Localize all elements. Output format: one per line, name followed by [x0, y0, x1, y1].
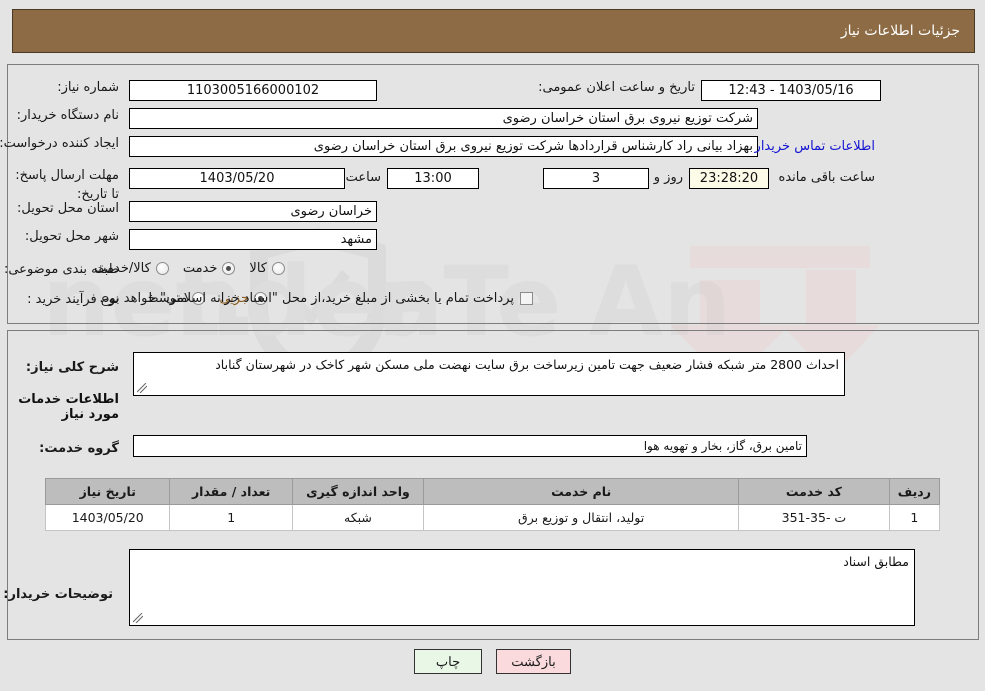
city-value: مشهد: [129, 229, 377, 250]
cell-name: تولید، انتقال و توزیع برق: [423, 504, 740, 531]
service-group-value: تامین برق، گاز، بخار و تهویه هوا: [133, 435, 807, 457]
col-radif: ردیف: [888, 478, 941, 505]
cell-quantity: 1: [169, 504, 293, 531]
radio-category-kala-khedmat-label: کالا/خدمت: [94, 261, 151, 276]
col-quantity: تعداد / مقدار: [169, 478, 293, 505]
requester-value: بهزاد بیانی راد کارشناس قراردادها شرکت ت…: [129, 136, 758, 157]
remaining-days-label: روز و: [653, 170, 683, 185]
col-need-date: تاریخ نیاز: [44, 478, 171, 505]
description-value: احداث 2800 متر شبکه فشار ضعیف جهت تامین …: [215, 357, 839, 372]
radio-category-kala-label: کالا: [249, 261, 267, 276]
buyer-contact-link[interactable]: اطلاعات تماس خریدار: [755, 139, 875, 154]
services-table: ردیف کد خدمت نام خدمت واحد اندازه گیری ت…: [44, 478, 941, 531]
deadline-hour-label: ساعت: [345, 170, 381, 185]
footer-button-bar: بازگشت چاپ: [0, 649, 985, 674]
col-unit: واحد اندازه گیری: [291, 478, 425, 505]
remaining-days-value: 3: [543, 168, 649, 189]
cell-unit: شبکه: [291, 504, 425, 531]
buyer-notes-textarea[interactable]: مطابق اسناد: [129, 549, 915, 626]
page-title: جزئیات اطلاعات نیاز: [840, 23, 960, 39]
deadline-hour-value: 13:00: [387, 168, 479, 189]
service-group-label: گروه خدمت:: [39, 441, 119, 456]
col-code: کد خدمت: [738, 478, 890, 505]
print-button[interactable]: چاپ: [414, 649, 482, 674]
cell-need-date: 1403/05/20: [44, 504, 171, 531]
remaining-time-label: ساعت باقی مانده: [778, 170, 875, 185]
deadline-date-value: 1403/05/20: [129, 168, 345, 189]
buyer-notes-value: مطابق اسناد: [843, 554, 909, 569]
remaining-time-value: 23:28:20: [689, 168, 769, 189]
buyer-org-value: شرکت توزیع نیروی برق استان خراسان رضوی: [129, 108, 758, 129]
need-number-value: 1103005166000102: [129, 80, 377, 101]
need-number-label: شماره نیاز:: [57, 80, 119, 95]
category-radio-group: کالا خدمت کالا/خدمت: [80, 261, 285, 276]
checkbox-treasury-docs[interactable]: [520, 292, 533, 305]
checkbox-treasury-docs-label: پرداخت تمام یا بخشی از مبلغ خرید،از محل …: [99, 291, 514, 306]
resize-grip-icon[interactable]: [137, 383, 147, 393]
province-label: استان محل تحویل:: [17, 201, 119, 216]
description-label: شرح کلی نیاز:: [25, 360, 119, 375]
announce-datetime-value: 1403/05/16 - 12:43: [701, 80, 881, 101]
treasury-doc-option: پرداخت تمام یا بخشی از مبلغ خرید،از محل …: [85, 291, 533, 306]
deadline-label: مهلت ارسال پاسخ: تا تاریخ:: [15, 168, 119, 202]
cell-radif: 1: [888, 504, 941, 531]
col-name: نام خدمت: [423, 478, 740, 505]
requester-label: ایجاد کننده درخواست:: [0, 136, 119, 151]
buyer-org-label: نام دستگاه خریدار:: [16, 108, 119, 123]
description-textarea[interactable]: احداث 2800 متر شبکه فشار ضعیف جهت تامین …: [133, 352, 845, 396]
radio-category-kala[interactable]: [272, 262, 285, 275]
services-section-heading: اطلاعات خدمات مورد نیاز: [18, 392, 119, 422]
table-row: 1 ت -35-351 تولید، انتقال و توزیع برق شب…: [44, 504, 941, 531]
need-info-panel: [7, 64, 979, 324]
table-header-row: ردیف کد خدمت نام خدمت واحد اندازه گیری ت…: [44, 478, 941, 505]
resize-grip-icon[interactable]: [133, 613, 143, 623]
back-button[interactable]: بازگشت: [496, 649, 571, 674]
radio-category-kala-khedmat[interactable]: [155, 262, 169, 275]
province-value: خراسان رضوی: [129, 201, 377, 222]
cell-code: ت -35-351: [738, 504, 890, 531]
page-root: An aTe nder .net جزئیات اطلاعات نیاز شما…: [0, 0, 985, 691]
radio-category-khedmat-label: خدمت: [182, 261, 218, 276]
city-label: شهر محل تحویل:: [24, 229, 119, 244]
page-title-bar: جزئیات اطلاعات نیاز: [12, 9, 975, 53]
radio-category-khedmat[interactable]: [222, 262, 236, 275]
buyer-notes-label: توضیحات خریدار:: [3, 587, 113, 602]
announce-datetime-label: تاریخ و ساعت اعلان عمومی:: [538, 80, 695, 95]
